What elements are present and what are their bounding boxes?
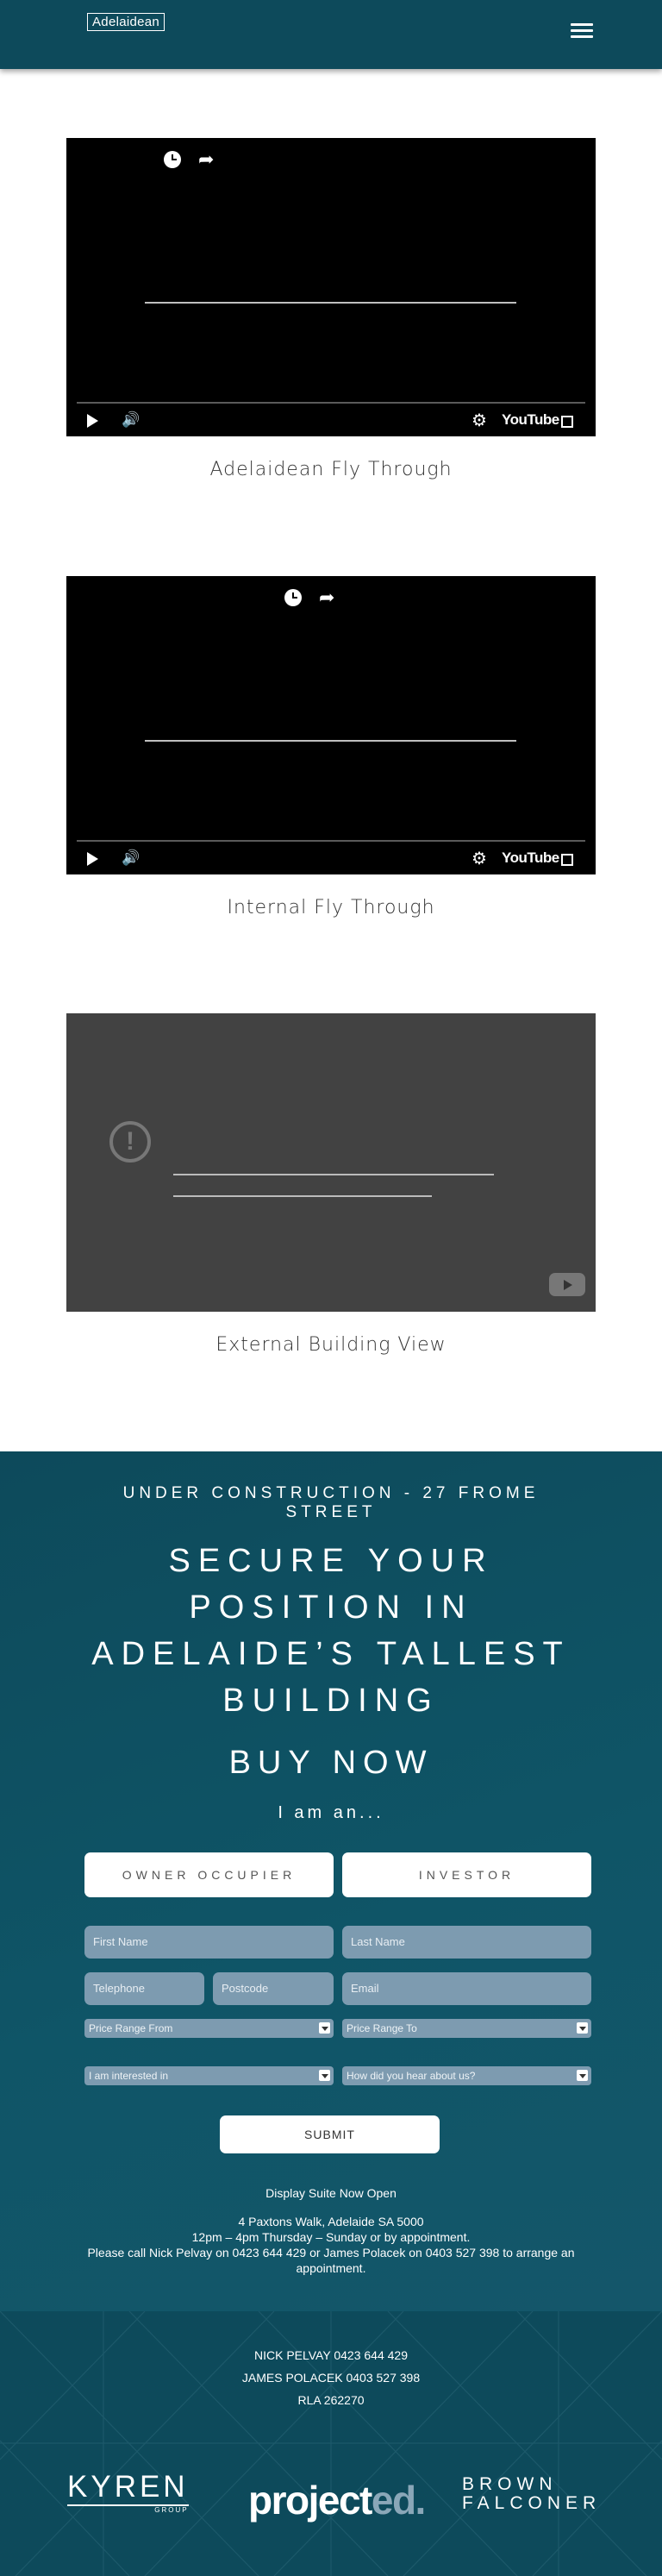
price-to-select[interactable]: Price Range To [342,2019,591,2038]
site-header: Adelaidean [0,0,662,69]
error-text-line [173,1174,494,1175]
loading-bar [145,740,516,742]
chevron-down-icon [577,2070,588,2081]
last-name-field[interactable]: Last Name [342,1926,591,1959]
select-value: I am interested in [89,2070,169,2082]
video-player-external[interactable]: ! [66,1013,596,1312]
telephone-field[interactable]: Telephone [84,1972,204,2005]
first-name-field[interactable]: First Name [84,1926,334,1959]
appointment-text: Please call Nick Pelvay on 0423 644 429 … [87,2246,575,2275]
loading-bar [145,302,516,304]
video-player-fly-through[interactable]: ➦ 🔊 ⚙ YouTube [66,138,596,436]
contact-nick[interactable]: NICK PELVAY 0423 644 429 [0,2344,662,2366]
buy-now-heading: BUY NOW [228,1745,434,1781]
contact-james[interactable]: JAMES POLACEK 0403 527 398 [0,2366,662,2389]
interested-in-select[interactable]: I am interested in [84,2066,334,2085]
display-suite-text: Display Suite Now Open [265,2186,397,2200]
contact-block: NICK PELVAY 0423 644 429 JAMES POLACEK 0… [0,2344,662,2411]
section-headline: SECURE YOUR POSITION IN ADELAIDE’S TALLE… [91,1543,571,1719]
watch-later-icon[interactable] [284,589,302,606]
settings-gear-icon[interactable]: ⚙ [472,412,487,429]
owner-occupier-button[interactable]: OWNER OCCUPIER [84,1852,334,1897]
error-text-line [173,1195,432,1197]
share-icon[interactable]: ➦ [319,588,334,607]
alert-icon: ! [109,1121,151,1163]
chevron-down-icon [319,2070,330,2081]
select-value: Price Range To [347,2022,417,2034]
select-value: How did you hear about us? [347,2070,476,2082]
chevron-down-icon [577,2022,588,2034]
site-logo[interactable]: Adelaidean [87,13,166,31]
play-icon[interactable] [87,852,98,866]
address-text: 4 Paxtons Walk, Adelaide SA 5000 [238,2215,424,2228]
rla-number: RLA 262270 [297,2393,365,2407]
volume-icon[interactable]: 🔊 [122,411,140,429]
youtube-logo[interactable]: YouTube [502,849,559,867]
share-icon[interactable]: ➦ [198,150,214,169]
projected-logo[interactable]: projected. [248,2477,426,2523]
fullscreen-icon[interactable] [561,416,573,428]
fullscreen-icon[interactable] [561,854,573,866]
email-field[interactable]: Email [342,1972,591,2005]
seek-bar[interactable] [77,840,585,842]
play-icon[interactable] [87,414,98,428]
settings-gear-icon[interactable]: ⚙ [472,850,487,868]
watch-later-icon[interactable] [164,151,181,168]
brown-falconer-logo[interactable]: BROWN FALCONER [462,2475,601,2513]
chevron-down-icon [319,2022,330,2034]
seek-bar[interactable] [77,402,585,404]
register-section: UNDER CONSTRUCTION - 27 FROME STREET SEC… [0,1451,662,2311]
video-caption: External Building View [215,1334,447,1356]
site-footer: NICK PELVAY 0423 644 429 JAMES POLACEK 0… [0,2311,662,2576]
i-am-label: I am an... [278,1803,384,1822]
investor-button[interactable]: INVESTOR [342,1852,591,1897]
volume-icon[interactable]: 🔊 [122,849,140,867]
price-from-select[interactable]: Price Range From [84,2019,334,2038]
select-value: Price Range From [89,2022,173,2034]
video-caption: Adelaidean Fly Through [209,459,453,480]
hours-text: 12pm – 4pm Thursday – Sunday or by appoi… [191,2230,471,2244]
youtube-logo[interactable]: YouTube [502,411,559,429]
video-caption: Internal Fly Through [227,897,435,918]
youtube-play-icon[interactable] [549,1273,585,1296]
video-player-internal[interactable]: ➦ 🔊 ⚙ YouTube [66,576,596,874]
heard-about-select[interactable]: How did you hear about us? [342,2066,591,2085]
postcode-field[interactable]: Postcode [213,1972,334,2005]
submit-button[interactable]: SUBMIT [220,2115,440,2153]
kyren-logo[interactable]: KYREN GROUP [67,2472,189,2514]
section-eyebrow: UNDER CONSTRUCTION - 27 FROME STREET [122,1484,540,1521]
hamburger-menu-icon[interactable] [571,23,593,41]
